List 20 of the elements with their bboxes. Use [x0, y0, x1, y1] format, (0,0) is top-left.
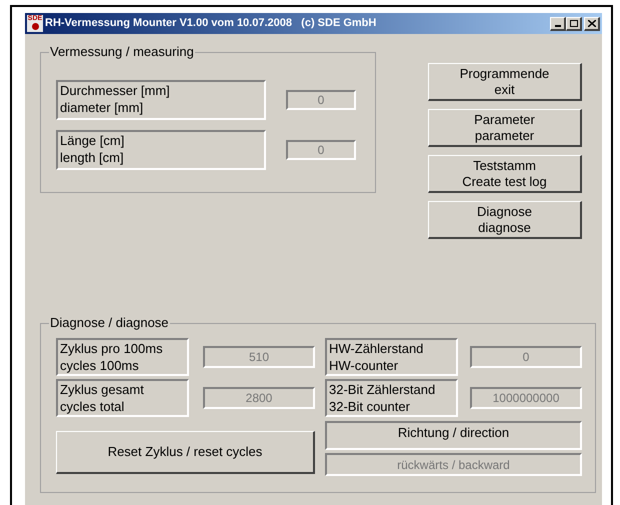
action-button[interactable]: Programmende exit: [428, 63, 582, 101]
field-label: 32-Bit Zählerstand 32-Bit counter: [325, 379, 458, 417]
action-button[interactable]: Diagnose diagnose: [428, 201, 582, 239]
group-title: Diagnose / diagnose: [49, 315, 170, 331]
maximize-button[interactable]: [566, 16, 582, 30]
reset-cycles-button[interactable]: Reset Zyklus / reset cycles: [56, 431, 315, 474]
field-label: Zyklus gesamt cycles total: [56, 379, 189, 417]
group-title: Vermessung / measuring: [49, 44, 195, 60]
action-button[interactable]: Parameter parameter: [428, 109, 582, 147]
direction-label: Richtung / direction: [325, 421, 582, 450]
close-icon: [588, 20, 596, 26]
field-label: Zyklus pro 100ms cycles 100ms: [56, 338, 189, 376]
field-label: Länge [cm] length [cm]: [56, 130, 266, 170]
minimize-button[interactable]: [550, 16, 566, 30]
maximize-icon: [570, 20, 578, 26]
action-button[interactable]: Teststamm Create test log: [428, 155, 582, 193]
field-label: HW-Zählerstand HW-counter: [325, 338, 458, 376]
close-button[interactable]: [584, 16, 600, 30]
window-title: RH-Vermessung Mounter V1.00 vom 10.07.2008 (c) SDE GmbH: [45, 16, 378, 32]
field-label: Durchmesser [mm] diameter [mm]: [56, 80, 266, 120]
